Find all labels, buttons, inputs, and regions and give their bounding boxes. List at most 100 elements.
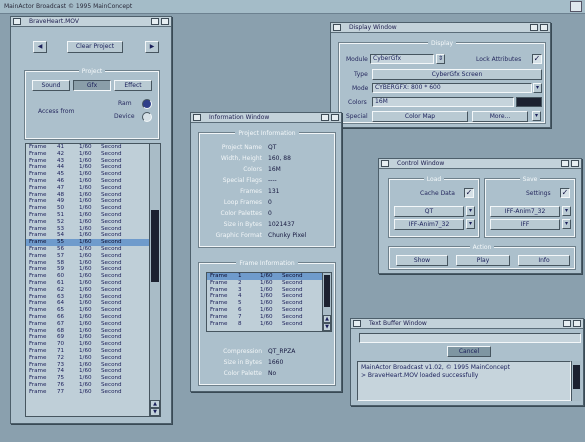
close-icon[interactable] (381, 160, 389, 167)
lock-attributes-checkbox[interactable]: ✓ (532, 54, 542, 64)
frame-row[interactable]: Frame 62 1/60 Second (26, 287, 160, 294)
load-format-select-icon-2[interactable]: ▾ (466, 219, 475, 229)
depth-icon[interactable] (161, 18, 169, 25)
ram-radio[interactable] (142, 99, 152, 109)
clear-project-button[interactable]: Clear Project (67, 41, 123, 53)
frame-row[interactable]: Frame 74 1/60 Second (26, 368, 160, 375)
zoom-icon[interactable] (530, 24, 538, 31)
scrollbar-thumb[interactable] (573, 365, 580, 389)
information-window-titlebar[interactable]: Information Window (191, 113, 341, 123)
save-format-button-2[interactable]: IFF (490, 219, 560, 230)
frame-row[interactable]: Frame 70 1/60 Second (26, 341, 160, 348)
scrollbar-thumb[interactable] (324, 275, 330, 307)
screen-depth-icon[interactable] (570, 1, 582, 12)
load-format-button-1[interactable]: QT (394, 206, 464, 217)
info-frame-scrollbar[interactable]: ▲ ▼ (322, 273, 331, 331)
close-icon[interactable] (353, 320, 361, 327)
special-select-icon[interactable]: ▾ (532, 111, 541, 121)
prev-frame-button[interactable]: ◀ (33, 41, 47, 53)
close-icon[interactable] (333, 24, 341, 31)
save-format-button-1[interactable]: IFF-Anim7_32 (490, 206, 560, 217)
cancel-button[interactable]: Cancel (447, 346, 491, 357)
save-format-select-icon-2[interactable]: ▾ (562, 219, 571, 229)
frame-row[interactable]: Frame 56 1/60 Second (26, 246, 160, 253)
more-button[interactable]: More... (472, 111, 528, 122)
frame-row[interactable]: Frame 72 1/60 Second (26, 355, 160, 362)
frame-row[interactable]: Frame 67 1/60 Second (26, 321, 160, 328)
frame-row[interactable]: Frame 49 1/60 Second (26, 198, 160, 205)
frame-row[interactable]: Frame 45 1/60 Second (26, 171, 160, 178)
tab-gfx[interactable]: Gfx (73, 80, 111, 91)
show-button[interactable]: Show (396, 255, 448, 266)
load-format-button-2[interactable]: IFF-Anim7_32 (394, 219, 464, 230)
frame-row[interactable]: Frame 51 1/60 Second (26, 212, 160, 219)
scrollbar-thumb[interactable] (151, 210, 159, 282)
frame-row[interactable]: Frame 46 1/60 Second (26, 178, 160, 185)
frame-row[interactable]: Frame 1 1/60 Second (207, 273, 331, 280)
frame-row[interactable]: Frame 54 1/60 Second (26, 232, 160, 239)
frame-row[interactable]: Frame 41 1/60 Second (26, 144, 160, 151)
scroll-down-icon[interactable]: ▼ (150, 408, 160, 416)
next-frame-button[interactable]: ▶ (145, 41, 159, 53)
tab-sound[interactable]: Sound (32, 80, 70, 91)
project-window-titlebar[interactable]: BraveHeart.MOV (11, 17, 171, 27)
frame-row[interactable]: Frame 69 1/60 Second (26, 334, 160, 341)
frame-row[interactable]: Frame 7 1/60 Second (207, 314, 331, 321)
frame-row[interactable]: Frame 6 1/60 Second (207, 307, 331, 314)
depth-icon[interactable] (540, 24, 548, 31)
scroll-up-icon[interactable]: ▲ (323, 315, 331, 323)
frame-row[interactable]: Frame 60 1/60 Second (26, 273, 160, 280)
frame-row[interactable]: Frame 3 1/60 Second (207, 287, 331, 294)
frame-row[interactable]: Frame 8 1/60 Second (207, 321, 331, 328)
frame-row[interactable]: Frame 63 1/60 Second (26, 294, 160, 301)
frame-row[interactable]: Frame 4 1/60 Second (207, 293, 331, 300)
depth-icon[interactable] (573, 320, 581, 327)
info-frame-list[interactable]: Frame 1 1/60 Second Frame 2 1/60 Second Frame 3 1/… (206, 272, 332, 332)
scroll-down-icon[interactable]: ▼ (323, 323, 331, 331)
frame-row[interactable]: Frame 52 1/60 Second (26, 219, 160, 226)
frame-row[interactable]: Frame 59 1/60 Second (26, 266, 160, 273)
frame-row[interactable]: Frame 44 1/60 Second (26, 164, 160, 171)
tab-effect[interactable]: Effect (114, 80, 152, 91)
frame-list-scrollbar[interactable]: ▲ ▼ (149, 144, 160, 416)
frame-row[interactable]: Frame 2 1/60 Second (207, 280, 331, 287)
type-cycle-button[interactable]: CyberGfx Screen (372, 69, 542, 80)
frame-row[interactable]: Frame 76 1/60 Second (26, 382, 160, 389)
close-icon[interactable] (193, 114, 201, 121)
depth-icon[interactable] (331, 114, 339, 121)
frame-row[interactable]: Frame 5 1/60 Second (207, 300, 331, 307)
frame-row[interactable]: Frame 71 1/60 Second (26, 348, 160, 355)
frame-row[interactable]: Frame 47 1/60 Second (26, 185, 160, 192)
zoom-icon[interactable] (151, 18, 159, 25)
save-format-select-icon-1[interactable]: ▾ (562, 206, 571, 216)
display-window-titlebar[interactable]: Display Window (331, 23, 550, 33)
frame-row[interactable]: Frame 61 1/60 Second (26, 280, 160, 287)
frame-row[interactable]: Frame 75 1/60 Second (26, 375, 160, 382)
frame-list[interactable]: Frame 41 1/60 Second Frame 42 1/60 Second Frame 4… (25, 143, 161, 417)
control-window-titlebar[interactable]: Control Window (379, 159, 581, 169)
frame-row[interactable]: Frame 48 1/60 Second (26, 192, 160, 199)
frame-row[interactable]: Frame 55 1/60 Second (26, 239, 160, 246)
frame-row[interactable]: Frame 68 1/60 Second (26, 328, 160, 335)
frame-row[interactable]: Frame 57 1/60 Second (26, 253, 160, 260)
module-cycle-icon[interactable]: ⇕ (436, 54, 445, 64)
scroll-up-icon[interactable]: ▲ (150, 400, 160, 408)
text-input[interactable] (359, 333, 581, 343)
frame-row[interactable]: Frame 77 1/60 Second (26, 389, 160, 396)
zoom-icon[interactable] (563, 320, 571, 327)
colors-slider[interactable] (516, 97, 542, 107)
play-button[interactable]: Play (456, 255, 510, 266)
depth-icon[interactable] (571, 160, 579, 167)
device-radio[interactable] (142, 112, 152, 122)
frame-row[interactable]: Frame 66 1/60 Second (26, 314, 160, 321)
frame-row[interactable]: Frame 50 1/60 Second (26, 205, 160, 212)
frame-row[interactable]: Frame 65 1/60 Second (26, 307, 160, 314)
frame-row[interactable]: Frame 73 1/60 Second (26, 362, 160, 369)
frame-row[interactable]: Frame 53 1/60 Second (26, 226, 160, 233)
info-button[interactable]: Info (518, 255, 570, 266)
settings-checkbox[interactable]: ✓ (560, 188, 570, 198)
frame-row[interactable]: Frame 43 1/60 Second (26, 158, 160, 165)
text-buffer-scrollbar[interactable] (571, 361, 581, 401)
close-icon[interactable] (13, 18, 21, 25)
frame-row[interactable]: Frame 64 1/60 Second (26, 300, 160, 307)
